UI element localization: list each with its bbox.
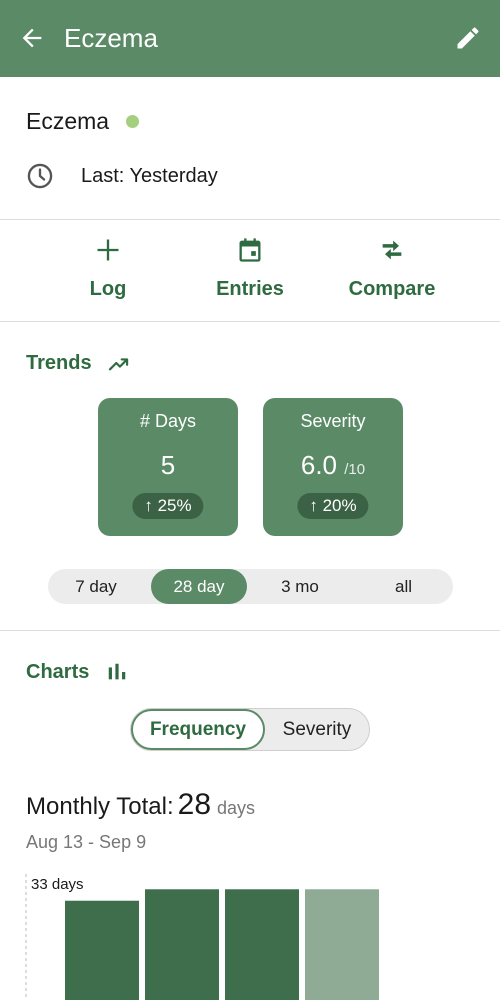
days-tile-label: # Days [139,411,197,431]
severity-tile-label: Severity [300,411,366,431]
last-entry-text: Last: Yesterday [81,165,218,187]
severity-denominator: /10 [344,461,366,478]
severity-value: 6.0 [300,450,338,480]
log-button[interactable]: Log [33,236,183,302]
chart-type-toggle: Frequency Severity [130,708,370,751]
trending-up-icon [108,358,129,371]
bars-group [65,889,379,1000]
status-indicator [126,115,139,128]
days-value: 5 [160,450,176,480]
trends-title: Trends [26,352,92,374]
arrow-left-icon[interactable] [18,24,46,52]
y-max-label: 33 days [31,876,84,893]
severity-change-badge: ↑ 20% [297,493,369,519]
range-all[interactable]: all [356,569,451,604]
compare-button[interactable]: Compare [317,236,467,302]
severity-tile[interactable]: Severity 6.0 /10 ↑ 20% [263,398,403,536]
clock-icon [27,163,53,189]
monthly-total-label: Monthly Total: [26,793,174,820]
severity-tile-value: 6.0 /10 [263,450,403,485]
condition-name: Eczema [26,108,110,134]
frequency-bar-chart: 33 days [25,874,379,1000]
app-bar: Eczema [0,0,500,77]
chart-bar[interactable] [225,889,299,1000]
tab-severity[interactable]: Severity [265,709,369,750]
date-range: Aug 13 - Sep 9 [26,832,147,852]
days-change-badge: ↑ 25% [132,493,204,519]
monthly-total: Monthly Total: 28 days [26,788,255,822]
days-tile[interactable]: # Days 5 ↑ 25% [98,398,238,536]
page-title: Eczema [64,23,158,53]
time-range-selector: 7 day 28 day 3 mo all [48,569,453,604]
plus-icon [97,239,119,261]
chart-bar[interactable] [65,900,139,1000]
divider [0,630,500,631]
log-label: Log [89,278,127,300]
entries-label: Entries [216,278,284,300]
tab-frequency[interactable]: Frequency [131,709,265,750]
entries-button[interactable]: Entries [175,236,325,302]
compare-arrows-icon [382,240,402,260]
chart-bar[interactable] [145,889,219,1000]
days-tile-value: 5 [98,450,238,480]
compare-label: Compare [348,278,436,300]
range-3-mo[interactable]: 3 mo [254,569,346,604]
calendar-icon [239,238,261,262]
pencil-icon[interactable] [454,24,482,52]
monthly-total-unit: days [217,798,256,818]
range-28-day[interactable]: 28 day [151,569,247,604]
range-7-day[interactable]: 7 day [48,569,144,604]
divider [0,219,500,220]
charts-title: Charts [26,661,90,683]
monthly-total-value: 28 [177,788,212,821]
bar-chart-icon [108,663,126,680]
divider [0,321,500,322]
chart-bar[interactable] [305,889,379,1000]
